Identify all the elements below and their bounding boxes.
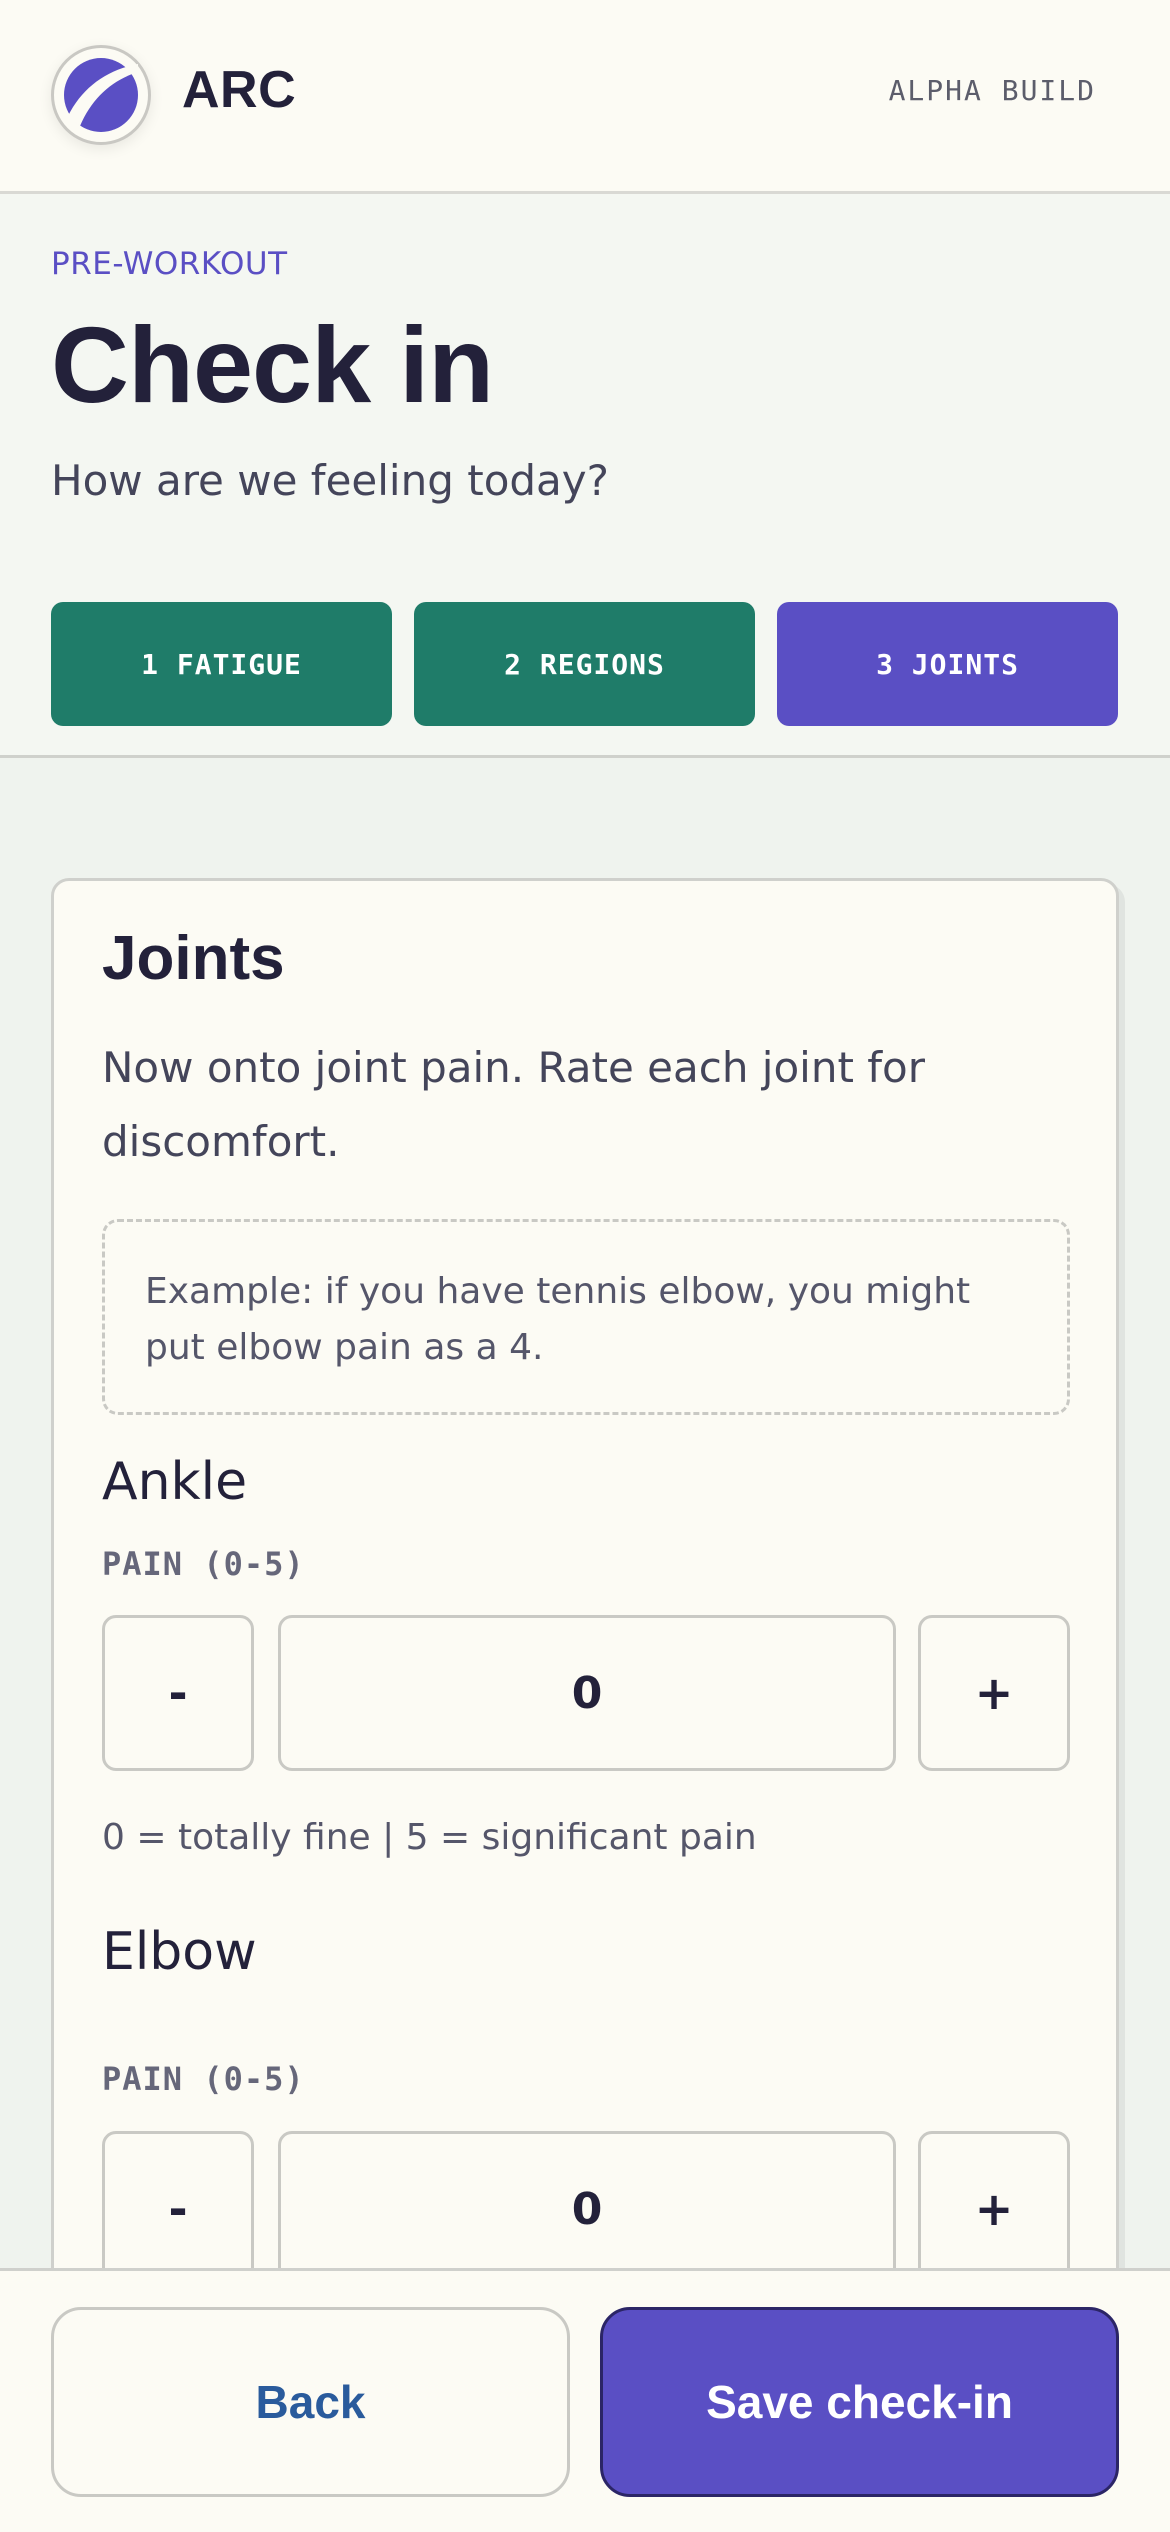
main-content[interactable]: Joints Now onto joint pain. Rate each jo… (0, 758, 1170, 2270)
elbow-increment-button[interactable]: + (918, 2131, 1070, 2270)
step-tab-joints[interactable]: 3 JOINTS (777, 602, 1118, 726)
hero-section: PRE-WORKOUT Check in How are we feeling … (0, 194, 1170, 574)
page-subtitle: How are we feeling today? (51, 456, 609, 505)
pain-label-ankle: PAIN (0-5) (102, 1545, 305, 1583)
pain-scale-hint: 0 = totally fine | 5 = significant pain (102, 1817, 757, 1858)
ankle-decrement-button[interactable]: - (102, 1615, 254, 1771)
step-tab-fatigue[interactable]: 1 FATIGUE (51, 602, 392, 726)
card-title: Joints (102, 924, 285, 993)
app-brand: ARC (182, 61, 297, 119)
build-label: ALPHA BUILD (888, 74, 1096, 107)
elbow-pain-input[interactable]: 0 (278, 2131, 896, 2270)
card-description: Now onto joint pain. Rate each joint for… (102, 1043, 926, 1166)
pain-label-elbow: PAIN (0-5) (102, 2060, 305, 2098)
save-checkin-button[interactable]: Save check-in (600, 2307, 1119, 2497)
page-title: Check in (51, 304, 494, 425)
ankle-increment-button[interactable]: + (918, 1615, 1070, 1771)
step-tabs: 1 FATIGUE 2 REGIONS 3 JOINTS (0, 574, 1170, 758)
joints-card: Joints Now onto joint pain. Rate each jo… (51, 878, 1119, 2270)
step-tab-regions[interactable]: 2 REGIONS (414, 602, 755, 726)
back-button[interactable]: Back (51, 2307, 570, 2497)
ankle-pain-input[interactable]: 0 (278, 1615, 896, 1771)
example-note: Example: if you have tennis elbow, you m… (102, 1219, 1070, 1415)
eyebrow-label: PRE-WORKOUT (51, 246, 288, 282)
elbow-decrement-button[interactable]: - (102, 2131, 254, 2270)
action-footer: Back Save check-in (0, 2268, 1170, 2532)
app-header: ARC ALPHA BUILD (0, 0, 1170, 194)
arc-logo-icon (51, 45, 151, 145)
joint-name-elbow: Elbow (102, 1922, 257, 1982)
joint-name-ankle: Ankle (102, 1452, 248, 1512)
